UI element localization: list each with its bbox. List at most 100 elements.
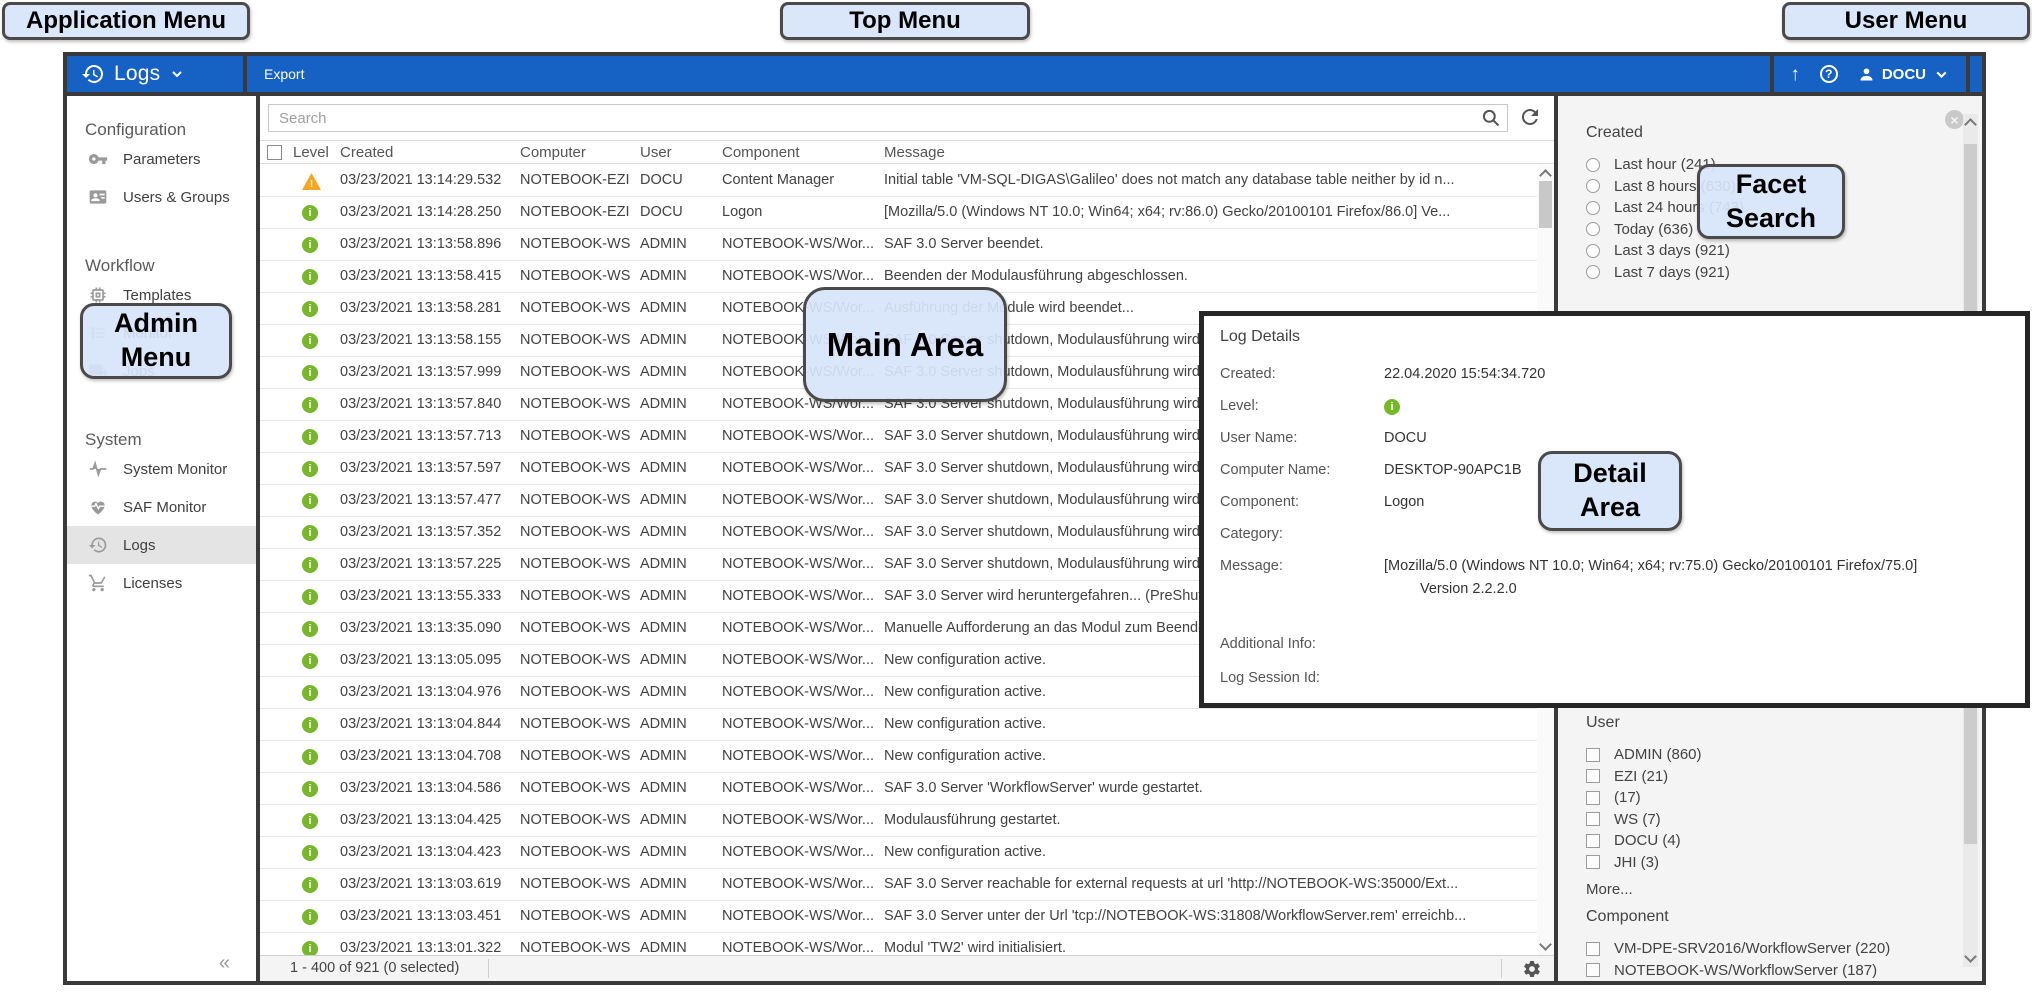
- facet-option-last-3-days-921[interactable]: Last 3 days (921): [1586, 240, 1938, 262]
- scroll-down-icon[interactable]: [1964, 950, 1977, 963]
- sidebar-item-parameters[interactable]: Parameters: [67, 140, 256, 178]
- collapse-sidebar-icon[interactable]: «: [219, 952, 230, 975]
- cell-component: NOTEBOOK-WS/Wor...: [722, 901, 880, 932]
- select-all-checkbox[interactable]: [267, 145, 282, 160]
- scroll-up-icon[interactable]: [1539, 169, 1552, 182]
- sidebar-item-logs[interactable]: Logs: [67, 526, 256, 564]
- table-row[interactable]: i03/23/2021 13:13:58.896NOTEBOOK-WSADMIN…: [260, 229, 1554, 261]
- sidebar-section-title: Workflow: [67, 256, 256, 276]
- user-menu-button[interactable]: DOCU: [1858, 66, 1950, 83]
- cell-component: NOTEBOOK-WS/Wor...: [722, 485, 880, 516]
- cell-user: ADMIN: [640, 869, 718, 900]
- info-icon: i: [302, 269, 318, 285]
- facet-option-jhi-3[interactable]: JHI (3): [1586, 852, 1938, 874]
- column-header-level[interactable]: Level: [293, 144, 339, 161]
- table-row[interactable]: i03/23/2021 13:14:28.250NOTEBOOK-EZIDOCU…: [260, 197, 1554, 229]
- divider: [488, 959, 489, 978]
- heart-pulse-icon: [88, 497, 108, 517]
- checkbox[interactable]: [1586, 942, 1600, 956]
- column-header-component[interactable]: Component: [722, 144, 880, 161]
- application-menu-button[interactable]: Logs: [67, 56, 247, 92]
- info-icon: i: [302, 493, 318, 509]
- close-icon[interactable]: ×: [1945, 110, 1964, 129]
- facet-option-ws-7[interactable]: WS (7): [1586, 809, 1938, 831]
- info-icon: i: [302, 813, 318, 829]
- facet-option-17[interactable]: (17): [1586, 787, 1938, 809]
- cell-created: 03/23/2021 13:13:04.423: [340, 837, 516, 868]
- up-arrow-icon[interactable]: ↑: [1790, 65, 1800, 84]
- table-row[interactable]: i03/23/2021 13:13:04.586NOTEBOOK-WSADMIN…: [260, 773, 1554, 805]
- cell-computer: NOTEBOOK-WS: [520, 869, 636, 900]
- cell-user: ADMIN: [640, 549, 718, 580]
- menu-item-export[interactable]: Export: [247, 56, 321, 92]
- detail-value: DESKTOP-90APC1B: [1384, 456, 1522, 482]
- table-row[interactable]: !03/23/2021 13:14:29.532NOTEBOOK-EZIDOCU…: [260, 165, 1554, 197]
- table-settings-gear-icon[interactable]: [1522, 959, 1542, 979]
- sidebar-item-users-groups[interactable]: Users & Groups: [67, 178, 256, 216]
- table-row[interactable]: i03/23/2021 13:13:01.322NOTEBOOK-WSADMIN…: [260, 933, 1554, 955]
- cell-computer: NOTEBOOK-WS: [520, 357, 636, 388]
- cell-user: ADMIN: [640, 741, 718, 772]
- table-row[interactable]: i03/23/2021 13:13:04.425NOTEBOOK-WSADMIN…: [260, 805, 1554, 837]
- checkbox[interactable]: [1586, 855, 1600, 869]
- cell-message: New configuration active.: [884, 741, 1532, 772]
- cell-created: 03/23/2021 13:13:04.708: [340, 741, 516, 772]
- facet-option-admin-860[interactable]: ADMIN (860): [1586, 744, 1938, 766]
- table-row[interactable]: i03/23/2021 13:13:04.423NOTEBOOK-WSADMIN…: [260, 837, 1554, 869]
- checkbox[interactable]: [1586, 791, 1600, 805]
- cell-computer: NOTEBOOK-WS: [520, 741, 636, 772]
- radio-button[interactable]: [1586, 201, 1600, 215]
- table-row[interactable]: i03/23/2021 13:13:04.708NOTEBOOK-WSADMIN…: [260, 741, 1554, 773]
- pulse-icon: [88, 459, 108, 479]
- cell-computer: NOTEBOOK-WS: [520, 421, 636, 452]
- cell-component: NOTEBOOK-WS/Wor...: [722, 613, 880, 644]
- facet-more-link[interactable]: More...: [1586, 881, 1938, 898]
- detail-label: Additional Info:: [1220, 630, 1384, 654]
- scroll-down-icon[interactable]: [1539, 938, 1552, 951]
- scrollbar-thumb[interactable]: [1539, 181, 1552, 228]
- cell-created: 03/23/2021 13:13:04.586: [340, 773, 516, 804]
- facet-option-last-7-days-921[interactable]: Last 7 days (921): [1586, 262, 1938, 284]
- sidebar-item-licenses[interactable]: Licenses: [67, 564, 256, 602]
- radio-button[interactable]: [1586, 222, 1600, 236]
- checkbox[interactable]: [1586, 812, 1600, 826]
- detail-field-created: Created:22.04.2020 15:54:34.720: [1220, 360, 2009, 392]
- cell-user: ADMIN: [640, 453, 718, 484]
- sidebar-item-system-monitor[interactable]: System Monitor: [67, 450, 256, 488]
- cell-user: ADMIN: [640, 261, 718, 292]
- table-row[interactable]: i03/23/2021 13:13:03.619NOTEBOOK-WSADMIN…: [260, 869, 1554, 901]
- facet-option-vm-dpe-srv2016-workflowserver-220[interactable]: VM-DPE-SRV2016/WorkflowServer (220): [1586, 938, 1938, 960]
- sidebar-item-saf-monitor[interactable]: SAF Monitor: [67, 488, 256, 526]
- cell-computer: NOTEBOOK-WS: [520, 805, 636, 836]
- search-input[interactable]: [268, 104, 1508, 132]
- table-row[interactable]: i03/23/2021 13:13:04.844NOTEBOOK-WSADMIN…: [260, 709, 1554, 741]
- facet-option-ezi-21[interactable]: EZI (21): [1586, 766, 1938, 788]
- cell-computer: NOTEBOOK-WS: [520, 389, 636, 420]
- radio-button[interactable]: [1586, 179, 1600, 193]
- checkbox[interactable]: [1586, 834, 1600, 848]
- column-header-user[interactable]: User: [640, 144, 718, 161]
- help-icon[interactable]: ?: [1820, 65, 1838, 83]
- cell-component: NOTEBOOK-WS/Wor...: [722, 229, 880, 260]
- column-header-computer[interactable]: Computer: [520, 144, 636, 161]
- cell-component: NOTEBOOK-WS/Wor...: [722, 453, 880, 484]
- checkbox[interactable]: [1586, 963, 1600, 977]
- column-header-created[interactable]: Created: [340, 144, 516, 161]
- info-icon: i: [302, 877, 318, 893]
- radio-button[interactable]: [1586, 158, 1600, 172]
- column-header-message[interactable]: Message: [884, 144, 1532, 161]
- facet-option-label: Today (636): [1614, 221, 1693, 238]
- table-row[interactable]: i03/23/2021 13:13:03.451NOTEBOOK-WSADMIN…: [260, 901, 1554, 933]
- radio-button[interactable]: [1586, 265, 1600, 279]
- checkbox[interactable]: [1586, 769, 1600, 783]
- info-icon: i: [302, 941, 318, 955]
- facet-option-notebook-ws-workflowserver-187[interactable]: NOTEBOOK-WS/WorkflowServer (187): [1586, 960, 1938, 982]
- facet-option-docu-4[interactable]: DOCU (4): [1586, 830, 1938, 852]
- checkbox[interactable]: [1586, 748, 1600, 762]
- callout-application-menu: Application Menu: [2, 2, 250, 40]
- refresh-icon[interactable]: [1518, 105, 1542, 129]
- radio-button[interactable]: [1586, 244, 1600, 258]
- scroll-up-icon[interactable]: [1964, 118, 1977, 131]
- facet-option-label: Last 3 days (921): [1614, 242, 1730, 259]
- cell-computer: NOTEBOOK-WS: [520, 773, 636, 804]
